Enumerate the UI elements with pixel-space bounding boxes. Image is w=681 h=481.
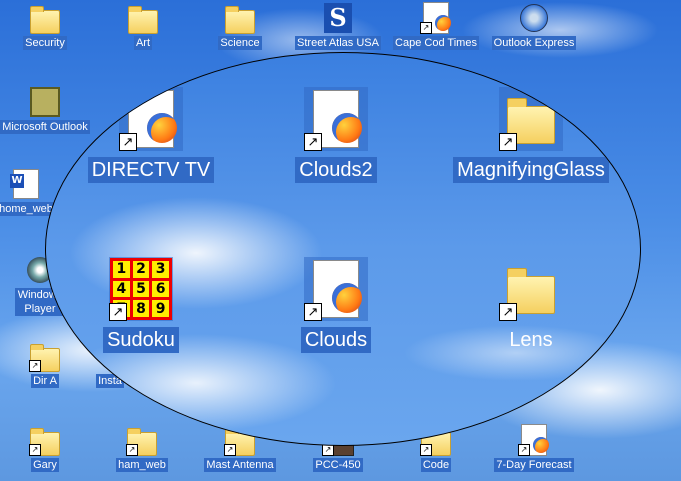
desktop-icon-label: Science — [218, 36, 262, 50]
magnified-icon-clouds[interactable]: ↗ Clouds — [236, 257, 436, 353]
firefox-document-icon: ↗ — [518, 424, 550, 456]
outlook-express-icon — [518, 2, 550, 34]
desktop-icon-cape-cod-times[interactable]: ↗ Cape Cod Times — [388, 2, 484, 50]
desktop-icon-outlook-express[interactable]: Outlook Express — [486, 2, 582, 50]
firefox-document-icon: ↗ — [119, 87, 183, 151]
desktop-icon-gary[interactable]: ↗ Gary — [0, 424, 93, 472]
desktop-icon-street-atlas[interactable]: S Street Atlas USA — [290, 2, 386, 50]
firefox-document-icon: ↗ — [420, 2, 452, 34]
firefox-document-icon: ↗ — [304, 87, 368, 151]
magnified-icon-label: Sudoku — [103, 327, 179, 353]
sudoku-icon: 123 456 789 ↗ — [109, 257, 173, 321]
desktop-icon-science[interactable]: Science — [192, 2, 288, 50]
magnified-icon-directv-tv[interactable]: ↗ DIRECTV TV — [51, 87, 251, 183]
magnified-icon-label: Clouds2 — [295, 157, 377, 183]
desktop-icon-label: Code — [420, 458, 452, 472]
desktop-icon-art[interactable]: Art — [95, 2, 191, 50]
street-atlas-icon: S — [322, 2, 354, 34]
desktop-icon-label: Art — [133, 36, 153, 50]
magnifier-lens: ↗ DIRECTV TV ↗ Clouds2 ↗ MagnifyingGlass… — [45, 52, 641, 446]
magnified-icon-magnifyingglass[interactable]: ↗ MagnifyingGlass — [431, 87, 631, 183]
word-document-icon: W — [10, 168, 42, 200]
desktop-icon-label: 7-Day Forecast — [494, 458, 574, 472]
folder-icon — [127, 2, 159, 34]
desktop-icon-label: Mast Antenna — [204, 458, 276, 472]
folder-icon: ↗ — [29, 424, 61, 456]
firefox-document-icon: ↗ — [304, 257, 368, 321]
magnified-icon-sudoku[interactable]: 123 456 789 ↗ Sudoku — [46, 257, 241, 353]
desktop-icon-label: home_web — [0, 202, 55, 216]
folder-icon: ↗ — [126, 424, 158, 456]
magnified-icon-label: Lens — [509, 329, 553, 351]
folder-icon — [224, 2, 256, 34]
magnified-icon-clouds2[interactable]: ↗ Clouds2 — [236, 87, 436, 183]
desktop-icon-label: Dir A — [31, 374, 59, 388]
magnified-icon-lens[interactable]: ↗ Lens — [431, 257, 631, 353]
desktop-icon-label: Cape Cod Times — [393, 36, 479, 50]
desktop-icon-security[interactable]: Security — [0, 2, 93, 50]
desktop-icon-label: PCC-450 — [313, 458, 363, 472]
folder-icon — [29, 2, 61, 34]
magnified-icon-label: DIRECTV TV — [87, 157, 215, 183]
desktop-icon-7-day-forecast[interactable]: ↗ 7-Day Forecast — [486, 424, 582, 472]
folder-icon: ↗ — [499, 257, 563, 321]
desktop-icon-label: Street Atlas USA — [295, 36, 381, 50]
desktop-icon-ham-web[interactable]: ↗ ham_web — [94, 424, 190, 472]
magnified-icon-label: MagnifyingGlass — [453, 157, 609, 183]
desktop-icon-label: Outlook Express — [491, 36, 577, 50]
desktop-icon-label: ham_web — [116, 458, 168, 472]
desktop-icon-label: Gary — [31, 458, 59, 472]
folder-icon: ↗ — [499, 87, 563, 151]
desktop-icon-label: Security — [23, 36, 67, 50]
magnified-icon-label: Clouds — [300, 327, 372, 353]
